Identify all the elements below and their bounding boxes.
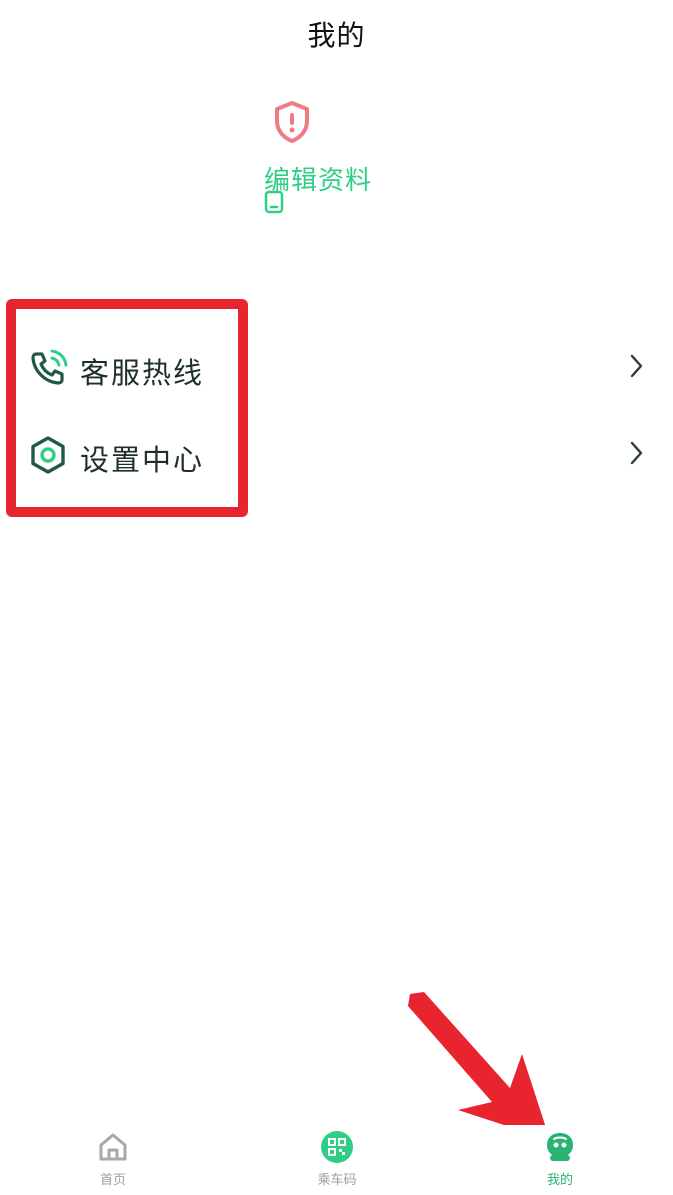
qr-code-icon: [321, 1131, 353, 1163]
tab-ride-code[interactable]: 乘车码: [287, 1125, 387, 1195]
home-icon: [99, 1133, 127, 1161]
tab-mine[interactable]: 我的: [510, 1125, 610, 1195]
menu-item-label: 设置中心: [80, 443, 205, 477]
tab-home[interactable]: 首页: [63, 1125, 163, 1195]
menu-item-label: 客服热线: [80, 356, 205, 390]
chevron-right-icon: [630, 441, 643, 465]
profile-face-icon: [547, 1133, 573, 1161]
tab-label: 我的: [546, 1173, 573, 1188]
page-title: 我的: [307, 19, 366, 52]
menu-item-settings[interactable]: 设置中心: [0, 417, 673, 489]
settings-hex-icon: [31, 436, 65, 474]
tab-label: 首页: [99, 1173, 126, 1188]
bottom-tab-bar: 首页 乘车码 我的: [0, 1125, 673, 1195]
menu-item-hotline[interactable]: 客服热线: [0, 330, 673, 402]
phone-icon: [264, 190, 284, 214]
shield-alert-icon: [275, 101, 309, 143]
tab-label: 乘车码: [317, 1173, 357, 1188]
phone-call-icon: [31, 349, 68, 385]
chevron-right-icon: [630, 354, 643, 378]
